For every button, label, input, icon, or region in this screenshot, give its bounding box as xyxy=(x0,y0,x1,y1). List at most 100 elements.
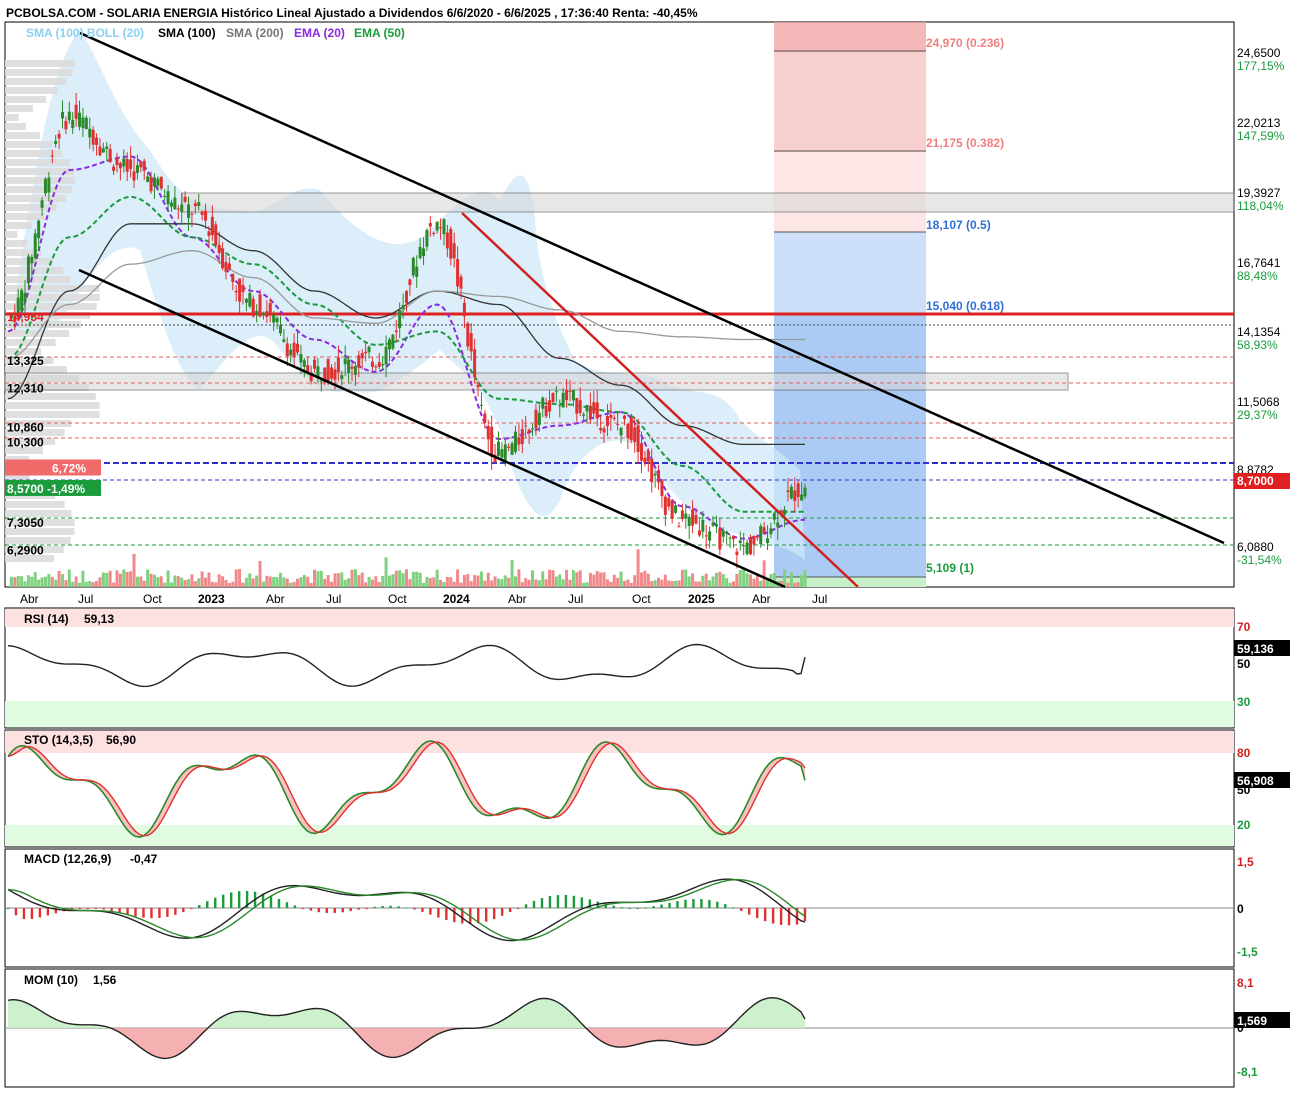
candle-body xyxy=(789,486,793,499)
macd-hist-bar xyxy=(716,901,719,908)
candle-body xyxy=(510,443,514,455)
candle-body xyxy=(387,339,391,350)
volume-bar xyxy=(711,576,715,587)
volume-bar xyxy=(796,582,800,587)
macd-hist-bar xyxy=(22,908,26,920)
price-axis-tick: 16,7641 xyxy=(1237,256,1281,270)
macd-hist-bar xyxy=(325,908,328,913)
volume-bar xyxy=(197,578,201,587)
volume-bar xyxy=(558,574,562,587)
candle-body xyxy=(210,216,214,236)
volume-profile-bar xyxy=(5,276,71,283)
candle-body xyxy=(88,128,92,138)
candle-body xyxy=(415,266,419,277)
candle-body xyxy=(217,244,221,253)
volume-profile-bar xyxy=(5,150,63,157)
volume-profile-bar xyxy=(5,114,19,121)
mom-label: MOM (10) xyxy=(24,973,78,987)
volume-profile-bar xyxy=(5,96,47,103)
volume-bar xyxy=(476,575,480,587)
macd-hist-bar xyxy=(285,902,289,908)
candle-body xyxy=(364,351,368,354)
candle-body xyxy=(466,323,470,347)
candle-body xyxy=(98,146,102,156)
candle-body xyxy=(231,273,235,282)
volume-bar xyxy=(217,574,221,587)
macd-hist-bar xyxy=(724,904,727,908)
candle-body xyxy=(786,490,790,493)
candle-body xyxy=(749,538,753,555)
macd-hist-bar xyxy=(198,904,201,908)
volume-bar xyxy=(445,576,449,587)
volume-bar xyxy=(554,576,558,587)
volume-bar xyxy=(435,569,439,587)
macd-hist-bar xyxy=(30,908,34,919)
volume-bar xyxy=(43,576,47,587)
candle-body xyxy=(129,159,133,169)
candle-body xyxy=(425,229,429,247)
macd-hist-bar xyxy=(126,908,129,915)
volume-bar xyxy=(411,571,415,587)
price-axis-pct: 177,15% xyxy=(1237,59,1285,73)
volume-bar xyxy=(772,572,776,587)
volume-profile-bar xyxy=(5,132,40,139)
volume-bar xyxy=(207,572,211,587)
volume-bar xyxy=(84,581,88,587)
candle-body xyxy=(796,483,800,497)
macd-hist-bar xyxy=(516,908,520,909)
candle-body xyxy=(381,364,385,366)
macd-hist-bar xyxy=(803,908,807,922)
candle-body xyxy=(105,146,109,149)
candle-body xyxy=(456,259,460,287)
candle-body xyxy=(302,360,306,367)
mom-level-high: 8,1 xyxy=(1237,976,1254,990)
volume-bar xyxy=(306,576,310,587)
sto-level-80: 80 xyxy=(1237,746,1251,760)
time-axis-tick: 2025 xyxy=(688,592,715,606)
candle-body xyxy=(411,257,415,276)
candle-body xyxy=(166,191,170,205)
volume-bar xyxy=(513,576,517,587)
candle-body xyxy=(244,298,248,303)
macd-hist-bar xyxy=(6,908,10,909)
candle-body xyxy=(667,497,671,507)
volume-bar xyxy=(268,576,272,587)
price-axis-tick: 6,0880 xyxy=(1237,540,1274,554)
volume-bar xyxy=(244,577,248,587)
candle-body xyxy=(343,358,347,365)
volume-bar xyxy=(391,574,395,587)
candle-body xyxy=(439,227,443,229)
volume-bar xyxy=(326,575,330,587)
candle-body xyxy=(575,397,579,414)
macd-hist-bar xyxy=(580,897,584,908)
volume-bar xyxy=(731,581,735,587)
candle-body xyxy=(258,294,262,317)
candle-body xyxy=(163,196,167,198)
volume-bar xyxy=(565,569,569,587)
volume-bar xyxy=(657,577,661,587)
legend-item: SMA (200) xyxy=(226,26,284,40)
macd-hist-bar xyxy=(293,905,297,908)
volume-bar xyxy=(166,570,170,587)
volume-bar xyxy=(78,582,82,587)
candle-body xyxy=(142,160,146,171)
candle-body xyxy=(115,157,119,166)
time-axis-tick: Jul xyxy=(568,592,583,606)
volume-bar xyxy=(357,575,361,587)
legend-item: SMA (100) xyxy=(158,26,216,40)
candle-body xyxy=(50,155,54,157)
candle-body xyxy=(595,402,599,419)
macd-hist-bar xyxy=(46,908,50,916)
volume-bar xyxy=(353,569,357,587)
volume-bar xyxy=(595,571,599,587)
candle-body xyxy=(704,535,708,537)
rsi-level-30: 30 xyxy=(1237,695,1251,709)
candle-body xyxy=(718,528,722,550)
macd-hist-bar xyxy=(78,908,81,909)
candle-body xyxy=(592,402,596,414)
candle-body xyxy=(476,384,480,388)
macd-hist-bar xyxy=(692,899,695,908)
macd-hist-bar xyxy=(453,908,456,923)
chart-title: PCBOLSA.COM - SOLARIA ENERGIA Histórico … xyxy=(6,6,698,20)
volume-bar xyxy=(496,578,500,587)
